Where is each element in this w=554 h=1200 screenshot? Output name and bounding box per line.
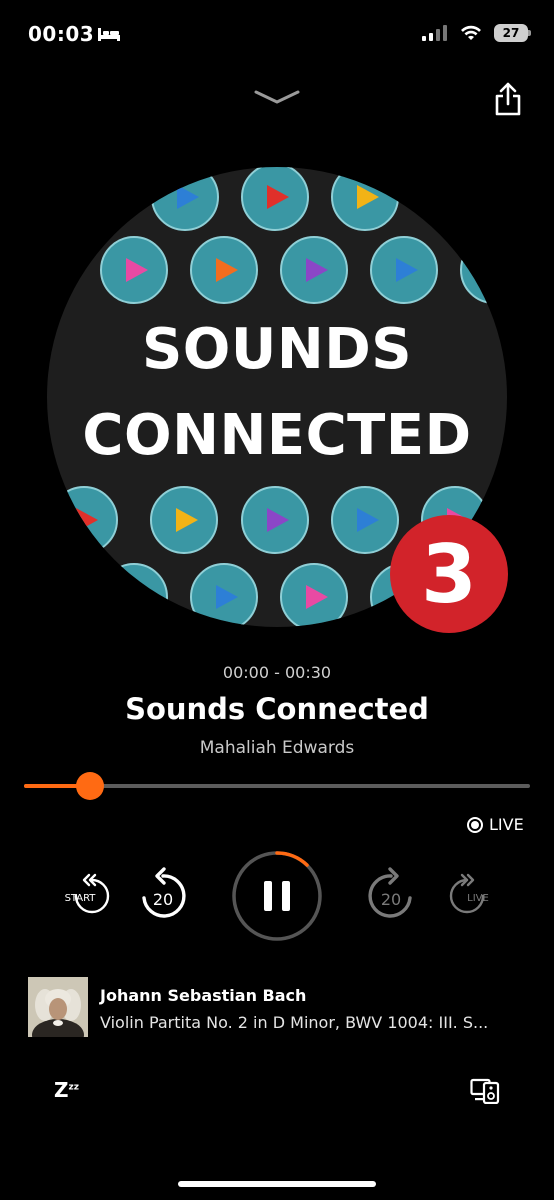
forward-seconds-label: 20 (381, 890, 401, 909)
start-label: START (65, 893, 97, 904)
cellular-signal-icon (422, 25, 447, 41)
sleep-timer-icon: Z (54, 1078, 69, 1102)
artwork-title-line1: SOUNDS (141, 317, 413, 382)
episode-presenter: Mahaliah Edwards (199, 738, 355, 758)
rewind-20-button[interactable]: 20 (138, 866, 188, 922)
live-indicator[interactable]: LIVE (467, 815, 524, 834)
composer-portrait (28, 977, 88, 1037)
share-icon[interactable] (494, 82, 522, 116)
episode-time-range: 00:00 - 00:30 (222, 663, 332, 682)
battery-indicator: 27 (494, 24, 531, 42)
forward-20-button[interactable]: 20 (366, 866, 416, 922)
home-indicator[interactable] (178, 1181, 376, 1187)
artwork-title-line2: CONNECTED (82, 403, 472, 468)
wifi-icon (461, 25, 481, 40)
pause-button[interactable] (231, 850, 323, 942)
live-dot-icon (467, 816, 483, 833)
radio3-logo: 3 (390, 515, 508, 633)
live-indicator-label: LIVE (489, 815, 524, 834)
progress-track[interactable] (24, 772, 530, 800)
episode-title: Sounds Connected (125, 692, 429, 726)
rewind-seconds-label: 20 (153, 890, 173, 909)
sleep-timer-button[interactable]: Zzz (54, 1078, 79, 1102)
now-playing-artist: Johann Sebastian Bach (100, 986, 307, 1005)
status-time: 00:03 (28, 22, 95, 46)
collapse-chevron-icon[interactable] (253, 88, 301, 106)
status-indicators: 27 (422, 24, 531, 42)
sleep-focus-icon (98, 28, 120, 41)
skip-to-start-button[interactable]: START (58, 873, 110, 919)
skip-live-label: LIVE (467, 893, 489, 904)
sleep-zz-superscript: zz (68, 1082, 79, 1093)
now-playing-track: Violin Partita No. 2 in D Minor, BWV 100… (100, 1013, 489, 1032)
progress-thumb[interactable] (75, 772, 104, 800)
output-device-icon[interactable] (470, 1078, 500, 1104)
skip-to-live-button[interactable]: LIVE (447, 873, 495, 919)
